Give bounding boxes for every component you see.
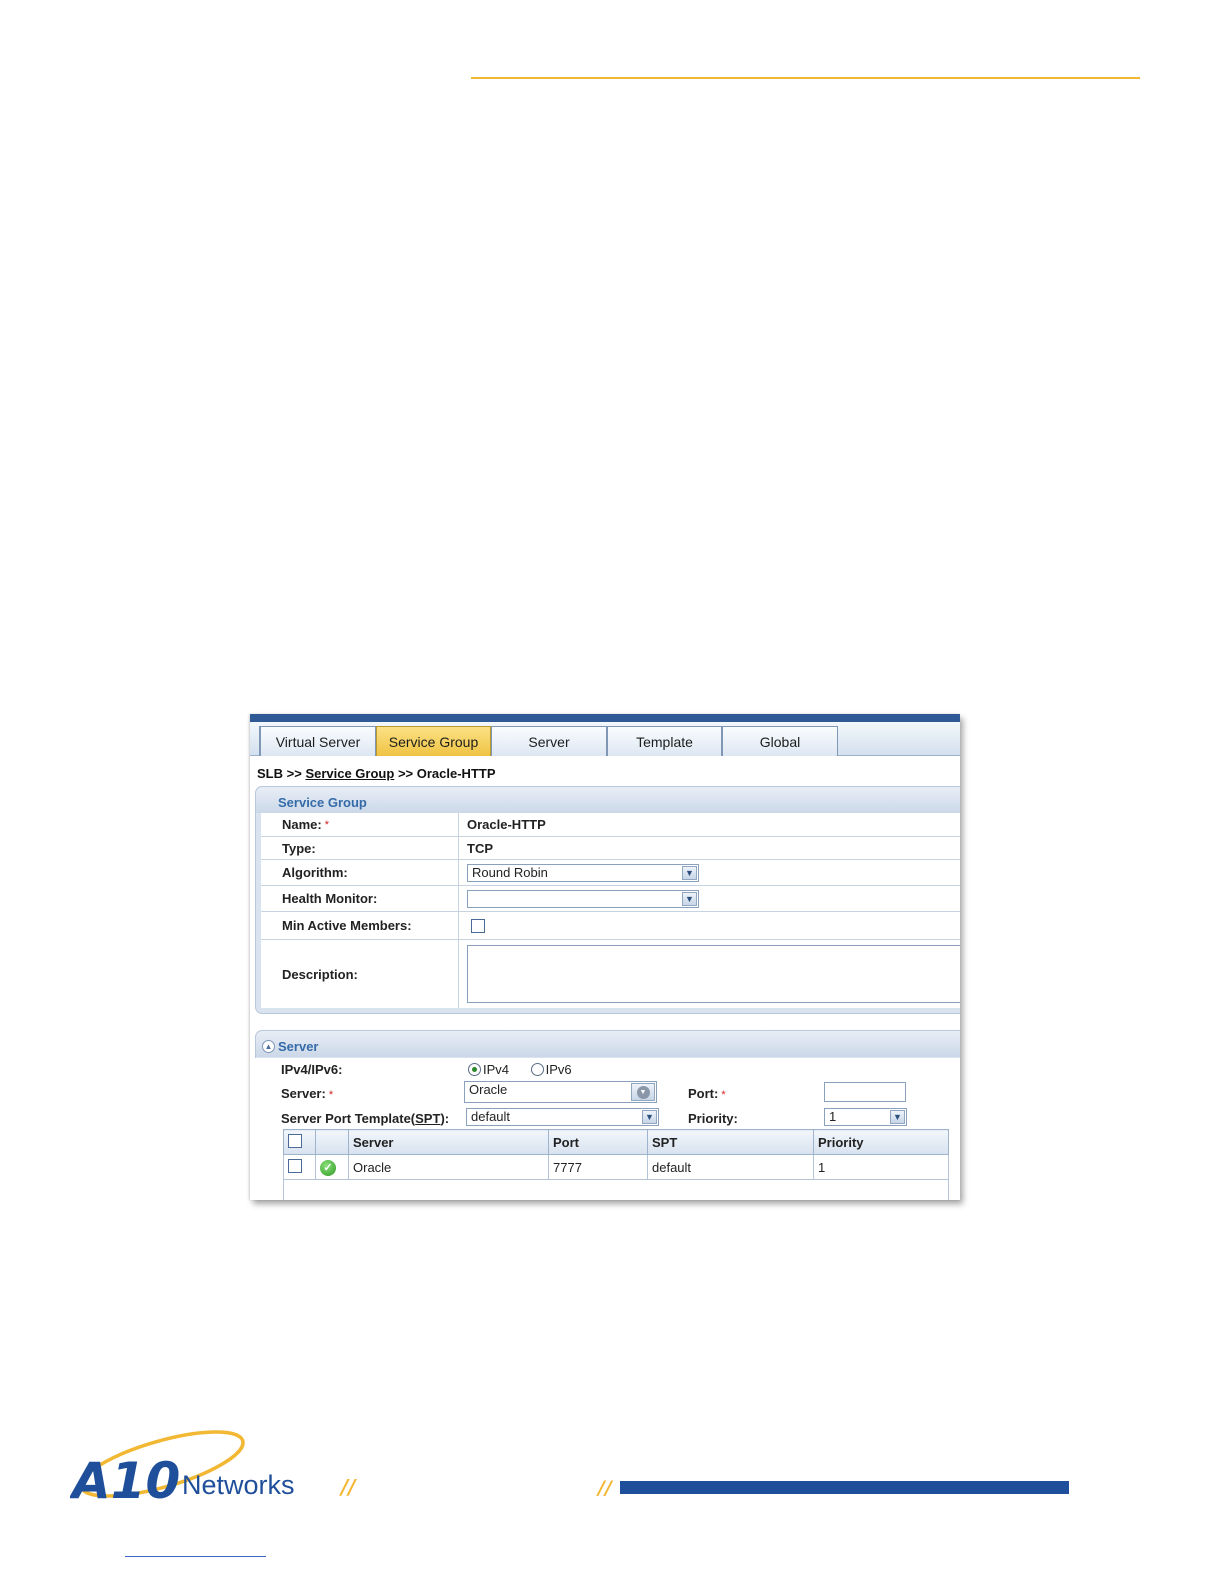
window-top-bar [250, 714, 960, 722]
server-label: Server: * [281, 1086, 334, 1101]
logo-a10-text: A10 [70, 1452, 180, 1508]
form-row-name: Name: * Oracle-HTTP [261, 813, 960, 837]
collapse-up-icon[interactable]: ▲ [262, 1040, 275, 1053]
cell-server: Oracle [348, 1154, 549, 1180]
algorithm-selected: Round Robin [472, 864, 548, 880]
service-group-form: Name: * Oracle-HTTP Type: TCP Algorithm: … [261, 813, 960, 1008]
min-active-field [471, 912, 485, 939]
health-monitor-select[interactable]: ▼ [467, 889, 699, 908]
row-status-cell: ✓ [315, 1154, 349, 1180]
col-header-port[interactable]: Port [548, 1129, 648, 1155]
table-header-row: Server Port SPT Priority [283, 1129, 949, 1155]
form-row-type: Type: TCP [261, 837, 960, 860]
breadcrumb-link-service-group[interactable]: Service Group [305, 766, 394, 781]
cell-port: 7777 [548, 1154, 648, 1180]
priority-field: 1 ▼ [824, 1108, 907, 1126]
chevron-down-icon[interactable]: ▼ [642, 1110, 657, 1124]
algorithm-label: Algorithm: [261, 860, 459, 885]
description-label: Description: [261, 940, 459, 1008]
health-monitor-field: ▼ [467, 886, 699, 911]
tab-virtual-server[interactable]: Virtual Server [260, 726, 376, 756]
logo-slashes: // [339, 1475, 357, 1499]
col-header-server[interactable]: Server [348, 1129, 549, 1155]
port-field [824, 1082, 906, 1102]
breadcrumb-current: Oracle-HTTP [416, 766, 496, 781]
server-field: Oracle ▼ [464, 1081, 657, 1103]
form-row-health-monitor: Health Monitor: ▼ [261, 886, 960, 912]
breadcrumb-sep: >> [397, 766, 414, 781]
server-selected: Oracle [469, 1082, 508, 1097]
logo-networks-text: Networks [182, 1470, 295, 1500]
spt-link[interactable]: SPT [415, 1111, 440, 1126]
ipver-label: IPv4/IPv6: [281, 1062, 343, 1077]
cell-spt: default [647, 1154, 814, 1180]
spt-select[interactable]: default ▼ [466, 1108, 659, 1126]
ipver-options: IPv4 IPv6 [468, 1062, 572, 1077]
table-empty-row [283, 1179, 949, 1200]
footer-bar [620, 1481, 1069, 1494]
footer-link-underline [125, 1556, 266, 1557]
check-circle-icon: ✓ [320, 1159, 336, 1176]
ipv6-label: IPv6 [545, 1062, 572, 1077]
tab-stub [250, 726, 260, 756]
algorithm-select[interactable]: Round Robin ▼ [467, 863, 699, 882]
a10-networks-logo: A10 Networks // [70, 1430, 357, 1508]
ipv4-radio[interactable] [468, 1063, 481, 1076]
tab-global[interactable]: Global [722, 726, 838, 756]
select-all-cell [283, 1129, 316, 1155]
form-row-min-active: Min Active Members: [261, 912, 960, 940]
col-header-spt[interactable]: SPT [647, 1129, 814, 1155]
name-value: Oracle-HTTP [467, 817, 546, 832]
type-label: Type: [261, 837, 459, 859]
breadcrumb-root: SLB [257, 766, 283, 781]
priority-select[interactable]: 1 ▼ [824, 1108, 907, 1126]
cell-priority: 1 [813, 1154, 949, 1180]
port-label: Port: * [688, 1086, 726, 1101]
form-row-description: Description: [261, 940, 960, 1008]
server-panel-head: ▲ Server [256, 1031, 960, 1057]
algorithm-field: Round Robin ▼ [467, 860, 699, 885]
chevron-down-icon[interactable]: ▼ [682, 891, 697, 906]
spt-field: default ▼ [466, 1108, 659, 1126]
ipv4-label: IPv4 [483, 1062, 510, 1077]
select-all-checkbox[interactable] [288, 1133, 302, 1148]
port-input[interactable] [824, 1082, 906, 1102]
priority-selected: 1 [829, 1109, 837, 1124]
slb-screenshot: Virtual Server Service Group Server Temp… [250, 714, 960, 1200]
server-combobox[interactable]: Oracle ▼ [464, 1081, 657, 1103]
breadcrumb: SLB >> Service Group >> Oracle-HTTP [257, 766, 496, 781]
description-textarea[interactable] [467, 945, 960, 1003]
form-row-algorithm: Algorithm: Round Robin ▼ [261, 860, 960, 886]
chevron-down-icon[interactable]: ▼ [890, 1110, 905, 1124]
chevron-down-icon[interactable]: ▼ [682, 865, 697, 880]
status-header [315, 1129, 349, 1155]
dropdown-circle-icon[interactable]: ▼ [631, 1083, 655, 1101]
priority-label: Priority: [688, 1111, 738, 1126]
service-group-panel: Service Group Name: * Oracle-HTTP Type: T… [255, 786, 960, 1014]
spt-label: Server Port Template(SPT): [281, 1111, 450, 1126]
row-select-cell [283, 1154, 316, 1180]
name-label: Name: * [261, 813, 459, 836]
breadcrumb-sep: >> [286, 766, 302, 781]
description-field [467, 940, 960, 1008]
col-header-priority[interactable]: Priority [813, 1129, 949, 1155]
ipv6-radio[interactable] [530, 1063, 544, 1076]
server-member-table: Server Port SPT Priority ✓ Oracle 7777 d… [283, 1129, 949, 1200]
min-active-checkbox[interactable] [471, 918, 485, 933]
server-panel-title: Server [278, 1039, 319, 1054]
panel-title: Service Group [256, 787, 960, 813]
min-active-label: Min Active Members: [261, 912, 459, 939]
tab-bar: Virtual Server Service Group Server Temp… [250, 722, 960, 756]
footer-slashes: // [598, 1477, 612, 1499]
tab-server[interactable]: Server [491, 726, 607, 756]
header-rule [471, 77, 1140, 79]
spt-selected: default [471, 1109, 511, 1124]
health-monitor-label: Health Monitor: [261, 886, 459, 911]
type-value: TCP [467, 840, 493, 856]
tab-template[interactable]: Template [607, 726, 722, 756]
row-checkbox[interactable] [288, 1158, 302, 1173]
table-row[interactable]: ✓ Oracle 7777 default 1 [283, 1154, 949, 1180]
tab-service-group[interactable]: Service Group [376, 726, 491, 756]
